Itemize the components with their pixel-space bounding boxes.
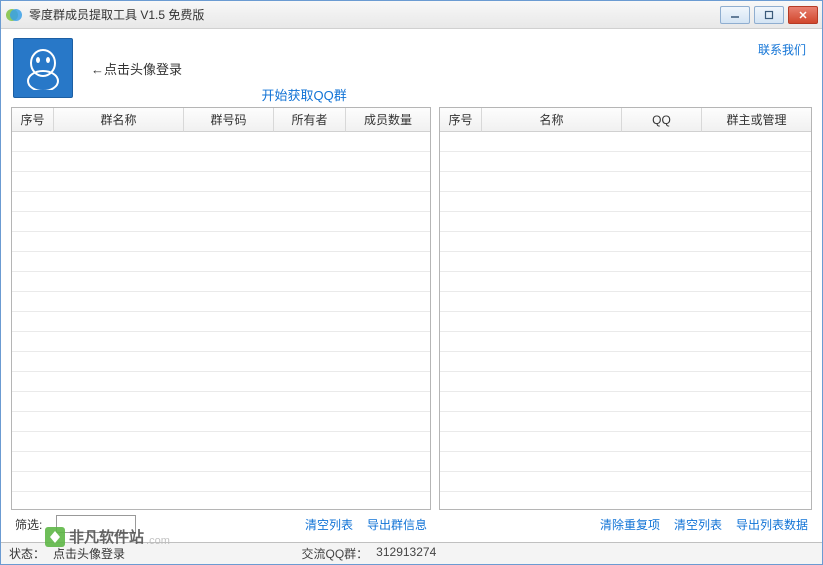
left-panel: 序号 群名称 群号码 所有者 成员数量 筛选: 清空列表 导出群信息 — [11, 107, 431, 538]
col-index-r[interactable]: 序号 — [440, 108, 482, 132]
close-button[interactable] — [788, 6, 818, 24]
start-fetch-link[interactable]: 开始获取QQ群 — [262, 85, 347, 104]
minimize-button[interactable] — [720, 6, 750, 24]
status-label: 状态： — [9, 545, 45, 562]
app-window: 零度群成员提取工具 V1.5 免费版 ←点击头像登录 联系我们 开始获取QQ群 — [0, 0, 823, 565]
app-icon — [5, 6, 23, 24]
right-panel: 序号 名称 QQ 群主或管理 清除重复项 清空列表 导出列表数据 — [439, 107, 812, 538]
main-area: 序号 群名称 群号码 所有者 成员数量 筛选: 清空列表 导出群信息 — [1, 99, 822, 542]
window-controls — [720, 6, 818, 24]
contact-us-link[interactable]: 联系我们 — [758, 41, 806, 58]
header-area: ←点击头像登录 联系我们 开始获取QQ群 — [1, 29, 822, 99]
avatar-login-button[interactable] — [13, 38, 73, 98]
filter-input[interactable] — [56, 515, 136, 533]
remove-duplicates-button[interactable]: 清除重复项 — [600, 516, 660, 533]
clear-right-list-button[interactable]: 清空列表 — [674, 516, 722, 533]
export-group-info-button[interactable]: 导出群信息 — [367, 516, 427, 533]
clear-left-list-button[interactable]: 清空列表 — [305, 516, 353, 533]
titlebar: 零度群成员提取工具 V1.5 免费版 — [1, 1, 822, 29]
maximize-button[interactable] — [754, 6, 784, 24]
col-member-count[interactable]: 成员数量 — [346, 108, 430, 132]
window-title: 零度群成员提取工具 V1.5 免费版 — [29, 6, 720, 23]
qq-group-number: 312913274 — [376, 545, 436, 562]
member-table[interactable]: 序号 名称 QQ 群主或管理 — [439, 107, 812, 510]
member-table-body[interactable] — [440, 132, 811, 509]
col-index[interactable]: 序号 — [12, 108, 54, 132]
col-owner[interactable]: 所有者 — [274, 108, 346, 132]
col-admin-r[interactable]: 群主或管理 — [702, 108, 811, 132]
login-hint-text: ←点击头像登录 — [91, 59, 182, 78]
col-group-id[interactable]: 群号码 — [184, 108, 274, 132]
group-table-header: 序号 群名称 群号码 所有者 成员数量 — [12, 108, 430, 132]
col-qq-r[interactable]: QQ — [622, 108, 702, 132]
left-panel-footer: 筛选: 清空列表 导出群信息 — [11, 510, 431, 538]
qq-penguin-icon — [21, 46, 65, 90]
filter-label: 筛选: — [15, 516, 42, 533]
col-name-r[interactable]: 名称 — [482, 108, 622, 132]
export-list-data-button[interactable]: 导出列表数据 — [736, 516, 808, 533]
col-group-name[interactable]: 群名称 — [54, 108, 184, 132]
qq-group-label: 交流QQ群： — [302, 545, 369, 562]
status-text: 点击头像登录 — [53, 545, 125, 562]
group-table-body[interactable] — [12, 132, 430, 509]
statusbar: 状态： 点击头像登录 交流QQ群： 312913274 — [1, 542, 822, 564]
member-table-header: 序号 名称 QQ 群主或管理 — [440, 108, 811, 132]
right-panel-footer: 清除重复项 清空列表 导出列表数据 — [439, 510, 812, 538]
group-table[interactable]: 序号 群名称 群号码 所有者 成员数量 — [11, 107, 431, 510]
